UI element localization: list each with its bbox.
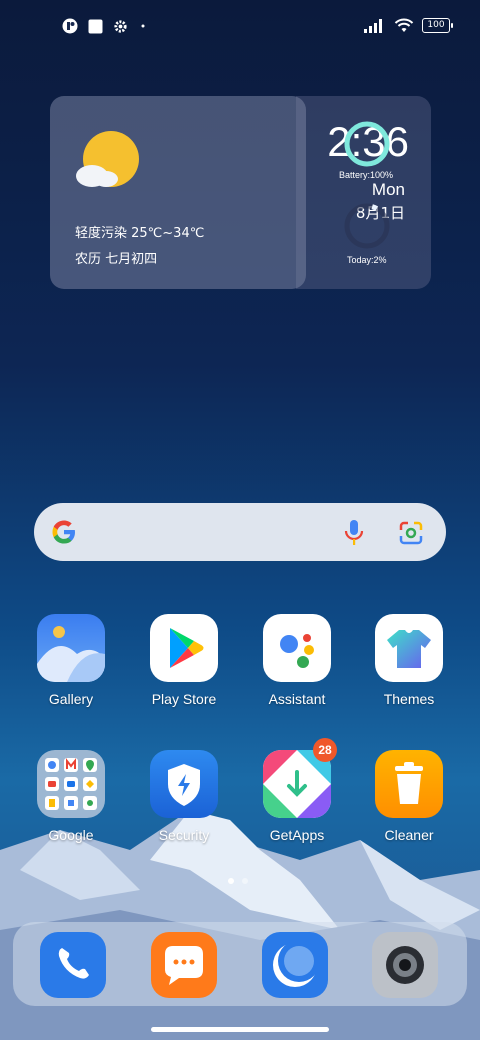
- camera-icon[interactable]: [372, 932, 438, 998]
- lunar-date: 农历 七月初四: [75, 252, 158, 267]
- phone-icon[interactable]: [40, 932, 106, 998]
- home-gesture-bar[interactable]: [151, 1027, 329, 1032]
- app-assistant[interactable]: Assistant: [247, 614, 347, 707]
- play-store-icon: [150, 614, 218, 682]
- battery-indicator: 100: [422, 18, 453, 33]
- app-cleaner[interactable]: Cleaner: [359, 750, 459, 843]
- wifi-icon: [394, 18, 414, 32]
- app-security[interactable]: Security: [134, 750, 234, 843]
- google-search-bar[interactable]: [34, 503, 446, 561]
- app-getapps[interactable]: 28 GetApps: [247, 738, 347, 843]
- gear-icon: [114, 19, 127, 33]
- assistant-icon: [263, 614, 331, 682]
- today-ring-icon: [344, 203, 390, 249]
- signal-icon: [364, 18, 382, 33]
- battery-ring-icon: [344, 121, 390, 167]
- square-notification-icon: [88, 19, 103, 33]
- google-g-icon: [52, 520, 75, 544]
- google-folder-icon: [37, 750, 105, 818]
- security-icon: [150, 750, 218, 818]
- themes-icon: [375, 614, 443, 682]
- page-dot: [242, 878, 248, 884]
- clock-weather-widget[interactable]: 2:36 Mon 8月1日 轻度污染 25℃~34℃ 农历 七月初四 Batte…: [50, 96, 431, 289]
- battery-label: Battery:100%: [339, 170, 394, 180]
- weather-partly-cloudy-icon: [76, 131, 139, 187]
- app-gallery[interactable]: Gallery: [21, 614, 121, 707]
- app-themes[interactable]: Themes: [359, 614, 459, 707]
- weather-summary: 轻度污染 25℃~34℃: [75, 226, 205, 241]
- today-usage-label: Today:2%: [347, 255, 387, 265]
- cleaner-icon: [375, 750, 443, 818]
- page-dot-active: [228, 878, 234, 884]
- gallery-icon: [37, 614, 105, 682]
- notification-badge: 28: [313, 738, 337, 762]
- app-notification-icon: [62, 18, 78, 34]
- page-indicator: [228, 878, 248, 884]
- app-google-folder[interactable]: Google: [21, 750, 121, 843]
- day-of-week: Mon: [371, 180, 405, 199]
- browser-icon[interactable]: [262, 932, 328, 998]
- dock: [13, 922, 467, 1006]
- app-play-store[interactable]: Play Store: [134, 614, 234, 707]
- google-lens-icon[interactable]: [398, 520, 424, 546]
- dot-icon: [141, 24, 145, 28]
- microphone-icon[interactable]: [343, 519, 365, 547]
- status-bar: 100: [0, 14, 480, 42]
- messaging-icon[interactable]: [151, 932, 217, 998]
